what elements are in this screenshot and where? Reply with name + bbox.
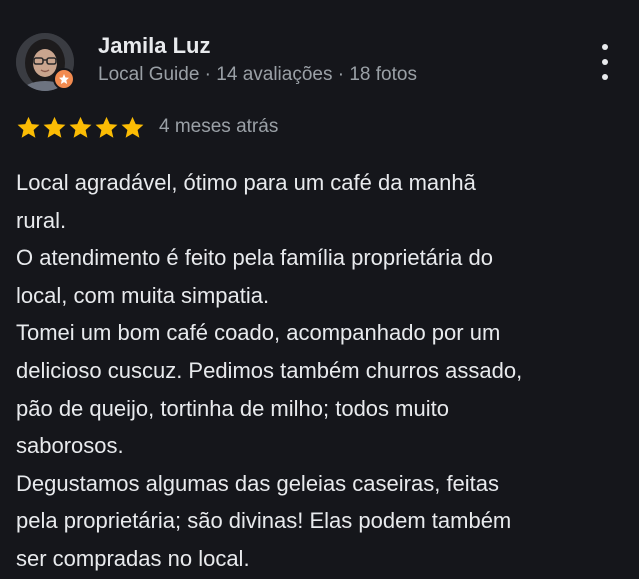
review-date: 4 meses atrás: [159, 116, 279, 137]
review-text-line: pão de queijo, tortinha de milho; todos …: [16, 395, 449, 421]
star-icon: [120, 115, 145, 140]
star-icon: [16, 115, 41, 140]
review-text-line: Tomei um bom café coado, acompanhado por…: [16, 320, 501, 346]
review-text-line: local, com muita simpatia.: [16, 282, 270, 308]
more-vertical-icon: [602, 44, 608, 50]
review-text-line: saborosos.: [16, 433, 124, 459]
local-guide-badge-icon: [53, 68, 75, 90]
review-text-line: Local agradável, ótimo para um café da m…: [16, 170, 476, 195]
rating-row: 4 meses atrás: [16, 114, 278, 140]
review-text-line: rural.: [16, 207, 67, 233]
review-text-line: pela proprietária; são divinas! Elas pod…: [16, 508, 512, 534]
star-icon: [68, 115, 93, 140]
more-options-button[interactable]: [592, 44, 618, 80]
star-icon: [42, 115, 67, 140]
review-text-line: ser compradas no local.: [16, 545, 250, 571]
star-icon: [94, 115, 119, 140]
author-name[interactable]: Jamila Luz: [98, 33, 210, 59]
review-text-line: Degustamos algumas das geleias caseiras,…: [16, 470, 500, 496]
review-text-line: O atendimento é feito pela família propr…: [16, 245, 493, 271]
star-rating: [16, 115, 145, 140]
review-text-line: delicioso cuscuz. Pedimos também churros…: [16, 357, 523, 383]
review-card: Jamila Luz Local Guide · 14 avaliações ·…: [0, 0, 639, 579]
author-meta: Local Guide · 14 avaliações · 18 fotos: [98, 64, 417, 85]
review-text: Local agradável, ótimo para um café da m…: [16, 164, 626, 578]
